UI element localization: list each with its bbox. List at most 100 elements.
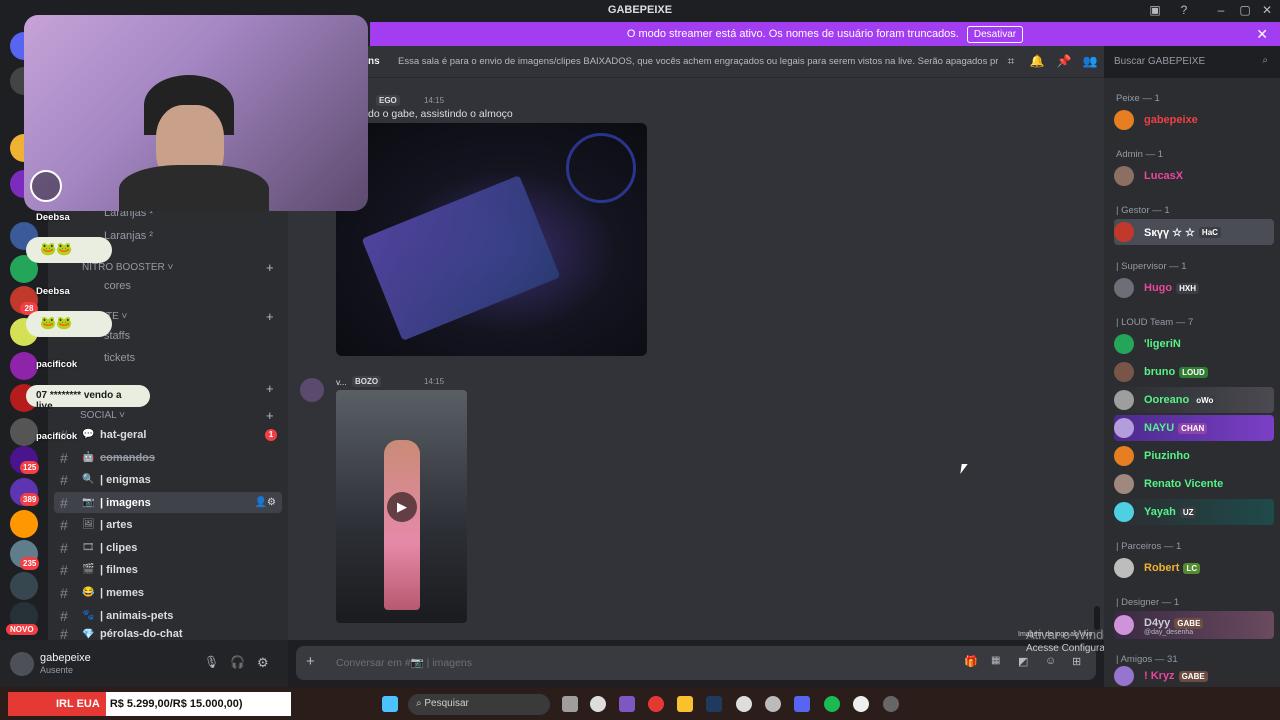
app-icon[interactable] [590,696,606,712]
invite-and-settings-icon[interactable]: 👤⚙ [255,497,276,508]
file-explorer-icon[interactable] [677,696,693,712]
frog-icon: 🐸🐸 [40,315,73,330]
obs-icon[interactable] [883,696,899,712]
app-icon[interactable] [736,696,752,712]
windows-start-icon[interactable] [382,696,398,712]
channel-laranjas-2[interactable]: Laranjas ² [104,230,153,242]
add-attachment-icon[interactable]: + [306,653,315,670]
play-icon[interactable]: ▶ [387,492,417,522]
app-icon[interactable] [619,696,635,712]
app-icon[interactable] [853,696,869,712]
search-placeholder: Buscar GABEPEIXE [1114,56,1206,67]
search-input[interactable]: Buscar GABEPEIXE ⌕ [1106,51,1274,73]
headphones-icon[interactable]: 🎧 [230,655,245,669]
microphone-icon[interactable]: 🎙 [204,655,219,669]
task-view-icon[interactable] [562,696,578,712]
opera-icon[interactable] [648,696,664,712]
member-item[interactable]: 'ligeriN [1114,331,1274,357]
image-attachment[interactable] [336,123,647,356]
member-item[interactable]: NAYU CHAN [1114,415,1274,441]
channel-memes[interactable]: # 😂 | memes [54,582,282,603]
avatar[interactable] [10,652,34,676]
channel-name: | animais-pets [100,609,174,622]
app-icon[interactable] [765,696,781,712]
guild-tag: CHAN [1178,422,1208,434]
role-header-parceiros: | Parceiros — 1 [1116,541,1182,552]
taskbar-search[interactable]: ⌕ Pesquisar [408,694,550,715]
member-item[interactable]: Renato Vicente [1114,471,1274,497]
channel-filmes[interactable]: # 🎬 | filmes [54,559,282,580]
channel-tickets[interactable]: tickets [104,352,135,364]
server-icon[interactable] [10,510,38,538]
channel-clipes[interactable]: # 🎞 | clipes [54,537,282,558]
emoji-icon[interactable]: ☺ [1045,655,1056,667]
channel-enigmas[interactable]: # 🔍 | enigmas [54,469,282,490]
close-window-button[interactable]: ✕ [1258,3,1276,19]
frog-icon: 🐸🐸 [40,241,73,256]
text-channel-icon: # [60,494,68,511]
pin-icon[interactable]: 📌 [1056,54,1072,70]
channel-chat-geral[interactable]: # 💬 hat-geral [54,424,282,445]
gif-icon[interactable]: ▦ [991,655,1000,666]
guild-tag: HaC [1198,226,1221,238]
minimize-button[interactable]: – [1212,3,1230,19]
disable-streamer-mode-button[interactable]: Desativar [966,25,1024,43]
channel-emoji: 🔍 [82,474,95,485]
close-icon[interactable]: ✕ [1256,26,1268,43]
gift-icon[interactable]: 🎁 [964,655,978,668]
message-input[interactable]: + Conversar em #📷 | imagens 🎁 ▦ ◩ ☺ ⊞ [296,646,1096,680]
avatar[interactable] [300,378,324,402]
channel-name: | memes [100,586,145,599]
member-item[interactable]: Robert LC [1114,555,1274,581]
bell-icon[interactable]: 🔔 [1029,54,1045,70]
member-item[interactable]: Ooreano oWo [1114,387,1274,413]
member-list-icon[interactable]: 👥 [1082,54,1098,70]
server-icon[interactable] [10,418,38,446]
channel-animais-pets[interactable]: # 🐾 | animais-pets [54,605,282,626]
member-item[interactable]: Hugo HXH [1114,275,1274,301]
member-item[interactable]: Piuzinho [1114,443,1274,469]
discord-icon[interactable] [794,696,810,712]
member-name: 'ligeriN [1144,338,1181,350]
member-name: Hugo [1144,282,1173,294]
channel-topic[interactable]: Essa sala é para o envio de imagens/clip… [398,56,998,67]
avatar [1114,474,1134,494]
category-nitro-booster[interactable]: NITRO BOOSTER ˅ [82,262,173,273]
member-item[interactable]: Sкүү ☆ ☆ HaC [1114,219,1274,245]
text-channel-icon: # [60,627,68,641]
add-channel-icon[interactable]: + [266,408,274,423]
steam-icon[interactable] [706,696,722,712]
channel-artes[interactable]: # 🖼 | artes [54,514,282,535]
member-item[interactable]: Yayah UZ [1114,499,1274,525]
sticker-icon[interactable]: ◩ [1018,655,1028,668]
add-channel-icon[interactable]: + [266,309,274,324]
member-item[interactable]: D4yy GABE @day_desenha [1114,611,1274,639]
add-channel-icon[interactable]: + [266,260,274,275]
spotify-icon[interactable] [824,696,840,712]
add-channel-icon[interactable]: + [266,381,274,396]
member-item[interactable]: bruno LOUD [1114,359,1274,385]
member-item[interactable]: ! Kryz GABE [1114,665,1274,687]
member-item[interactable]: LucasX [1114,163,1274,189]
maximize-button[interactable]: ▢ [1236,3,1254,19]
guild-tag: GABE [1174,617,1204,629]
channel-cores[interactable]: cores [104,280,131,292]
channel-name: | artes [100,518,133,531]
help-icon[interactable]: ? [1175,3,1193,19]
gear-icon[interactable]: ⚙ [257,655,269,671]
apps-icon[interactable]: ⊞ [1072,655,1081,668]
server-icon[interactable] [10,572,38,600]
category-social[interactable]: SOCIAL ˅ [80,410,125,421]
channel-perolas-do-chat[interactable]: # 💎 pérolas-do-chat [54,627,282,641]
member-item[interactable]: gabepeixe [1114,107,1274,133]
server-icon[interactable] [10,352,38,380]
message-author[interactable]: v... [336,377,347,387]
channel-comandos[interactable]: # 🤖 comandos [54,447,282,468]
channel-imagens[interactable]: # 📷 | imagens 👤⚙ [54,492,282,513]
role-header-gestor: | Gestor — 1 [1116,205,1170,216]
video-attachment[interactable]: ▶ [336,390,467,623]
new-badge: NOVO [6,624,38,635]
threads-icon[interactable]: ⌗ [1003,54,1019,70]
inbox-icon[interactable]: ▣ [1146,3,1164,19]
overlay-nick: pacificok [36,359,78,370]
